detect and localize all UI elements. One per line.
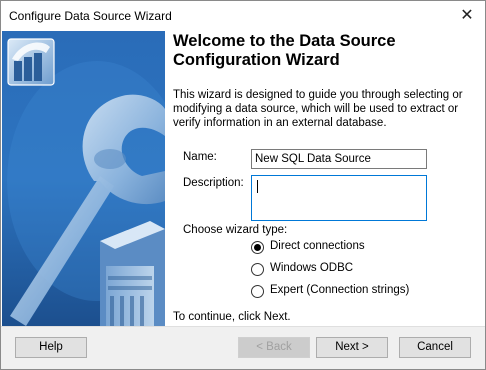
text-caret xyxy=(257,180,258,193)
radio-label: Direct connections xyxy=(270,240,365,252)
radio-empty-icon[interactable] xyxy=(251,285,264,298)
back-button[interactable]: < Back xyxy=(238,337,310,358)
radio-label: Windows ODBC xyxy=(270,262,354,274)
database-wizard-logo-icon xyxy=(7,38,55,86)
page-title-line2: Configuration Wizard xyxy=(173,51,340,69)
help-button[interactable]: Help xyxy=(15,337,87,358)
button-bar: Help < Back Next > Cancel xyxy=(1,326,485,369)
wizard-banner xyxy=(2,31,165,326)
name-label: Name: xyxy=(183,151,217,163)
next-button[interactable]: Next > xyxy=(316,337,388,358)
name-field[interactable]: New SQL Data Source xyxy=(251,149,427,169)
banner-illustration xyxy=(2,31,165,326)
radio-empty-icon[interactable] xyxy=(251,263,264,276)
cancel-button[interactable]: Cancel xyxy=(399,337,471,358)
intro-text: This wizard is designed to guide you thr… xyxy=(173,89,463,129)
radio-label: Expert (Connection strings) xyxy=(270,284,410,296)
title-bar: Configure Data Source Wizard ✕ xyxy=(1,1,485,31)
window-title: Configure Data Source Wizard xyxy=(9,9,172,23)
wizard-type-label: Choose wizard type: xyxy=(183,224,288,236)
wizard-window: Configure Data Source Wizard ✕ Welcome t… xyxy=(0,0,486,370)
page-title: Welcome to the Data Source Configuration… xyxy=(173,32,463,70)
wizard-content: Welcome to the Data Source Configuration… xyxy=(173,31,473,326)
description-label: Description: xyxy=(183,177,244,189)
page-title-line1: Welcome to the Data Source xyxy=(173,32,396,50)
close-icon[interactable]: ✕ xyxy=(449,1,485,31)
description-field[interactable] xyxy=(251,175,427,221)
radio-selected-icon[interactable] xyxy=(251,241,264,254)
continue-hint: To continue, click Next. xyxy=(173,311,291,323)
